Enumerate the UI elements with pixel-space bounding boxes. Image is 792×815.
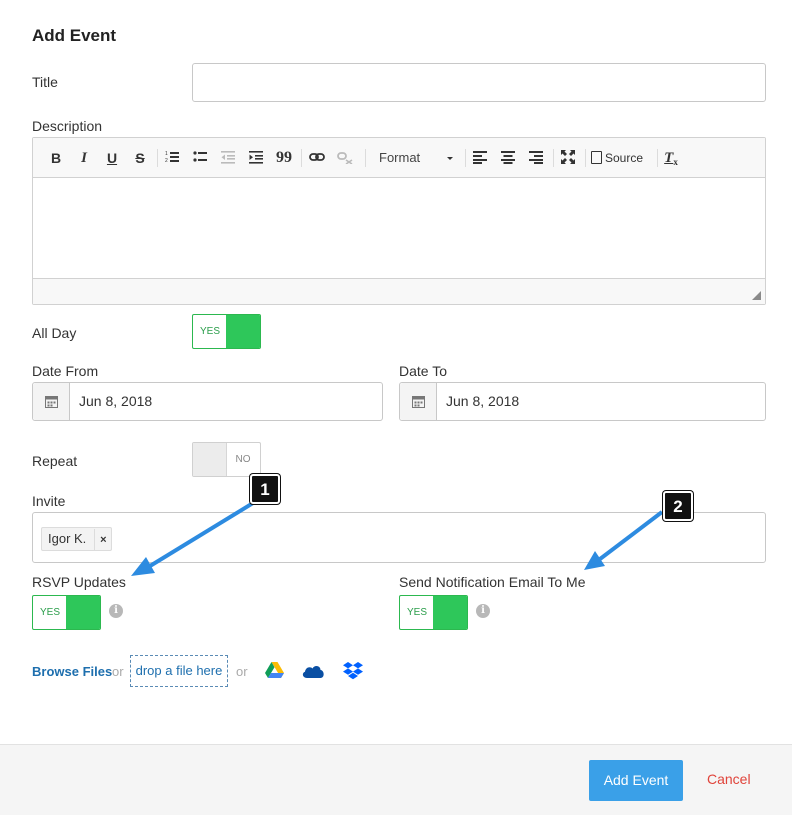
- callout-arrowhead-2: [584, 551, 605, 570]
- callout-badge-1: 1: [250, 474, 280, 504]
- callout-arrows: [131, 498, 664, 576]
- callout-arrow-1: [148, 498, 260, 568]
- callout-badge-2: 2: [663, 491, 693, 521]
- callout-arrow-2: [598, 510, 664, 561]
